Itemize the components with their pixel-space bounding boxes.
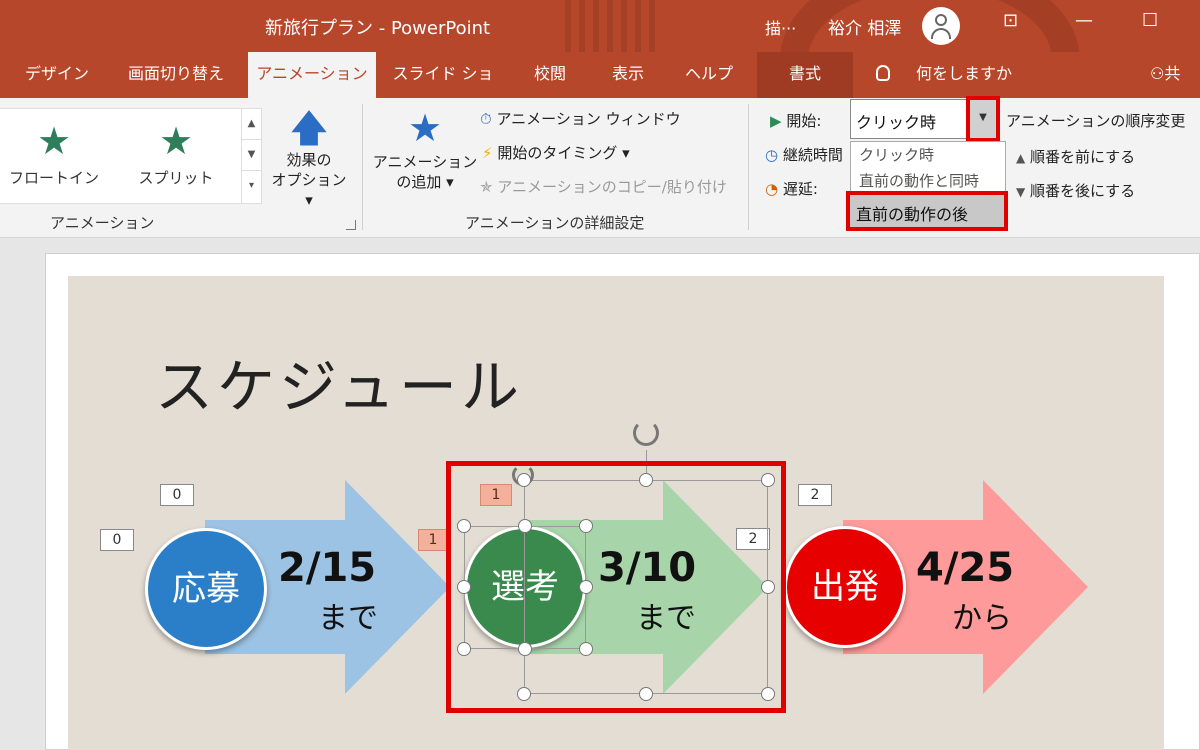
step-circle-1[interactable]: 応募 <box>145 528 267 650</box>
maximize-icon[interactable]: ☐ <box>1142 10 1158 31</box>
tab-animations[interactable]: アニメーション <box>248 52 376 98</box>
minimize-icon[interactable]: — <box>1075 10 1093 31</box>
ribbon-display-options-icon[interactable]: ⊡ <box>1003 10 1018 31</box>
delay-label: 遅延: <box>782 180 818 198</box>
tell-me-box[interactable]: 何をしますか <box>876 52 1012 98</box>
highlight-box <box>446 461 786 713</box>
title-bar: 新旅行プラン - PowerPoint 描··· 裕介 相澤 ⊡ — ☐ <box>0 0 1200 52</box>
rotate-handle-icon[interactable] <box>633 420 659 446</box>
animation-gallery: ★ フロートイン ★ スプリット ▲ ▼ ▾ <box>0 108 262 204</box>
reorder-title: アニメーションの順序変更 <box>1006 112 1186 130</box>
slide-title[interactable]: スケジュール <box>155 340 523 424</box>
group-separator <box>748 104 749 230</box>
animation-float-in[interactable]: ★ フロートイン <box>0 109 114 203</box>
start-select-arrow[interactable]: ▼ <box>966 96 1000 142</box>
gallery-more-icon[interactable]: ▾ <box>242 171 261 202</box>
ribbon-panel: ★ フロートイン ★ スプリット ▲ ▼ ▾ 🡅 効果の オプション ▾ アニメ… <box>0 98 1200 238</box>
step-date-3[interactable]: 4/25 <box>916 545 1014 591</box>
share-button[interactable]: ⚇共 <box>1150 52 1180 98</box>
animation-pane-label: アニメーション ウィンドウ <box>496 110 681 128</box>
move-earlier-button[interactable]: ▲ 順番を前にする <box>1016 146 1135 167</box>
star-icon: ★ <box>36 119 72 163</box>
move-later-label: 順番を後にする <box>1030 182 1136 200</box>
star-add-icon: ★ <box>407 106 443 150</box>
arrow-up-icon: 🡅 <box>289 106 329 150</box>
step-date-1[interactable]: 2/15 <box>278 545 376 591</box>
lightning-icon: ⚡ <box>482 144 493 162</box>
animation-split-label: スプリット <box>138 169 214 187</box>
person-add-icon: ⚇ <box>1150 64 1165 83</box>
effect-options-line2: オプション ▾ <box>271 171 347 209</box>
painter-icon: ✯ <box>480 178 493 196</box>
animation-split[interactable]: ★ スプリット <box>116 109 236 203</box>
lightbulb-icon <box>876 65 890 81</box>
star-split-icon: ★ <box>158 119 194 163</box>
start-row: ▶ 開始: <box>770 110 821 131</box>
tab-design[interactable]: デザイン <box>14 52 100 98</box>
animation-pane-button[interactable]: ⏱ アニメーション ウィンドウ <box>480 106 681 132</box>
start-dropdown-list: クリック時 直前の動作と同時 <box>850 141 1006 191</box>
group-separator <box>362 104 363 230</box>
trigger-button[interactable]: ⚡ 開始のタイミング ▾ <box>482 140 630 166</box>
effect-options-button[interactable]: 🡅 効果の オプション ▾ <box>268 106 350 210</box>
gallery-up-icon[interactable]: ▲ <box>242 109 261 140</box>
option-after-previous-label: 直前の動作の後 <box>856 205 969 224</box>
tab-transitions[interactable]: 画面切り替え <box>115 52 237 98</box>
add-animation-line2: の追加 ▾ <box>396 173 454 191</box>
gallery-down-icon[interactable]: ▼ <box>242 140 261 171</box>
delay-row: ◔ 遅延: <box>765 178 818 199</box>
tell-me-text: 何をしますか <box>916 64 1013 83</box>
move-earlier-label: 順番を前にする <box>1030 148 1136 166</box>
effect-options-line1: 効果の <box>286 151 332 169</box>
animation-float-in-label: フロートイン <box>8 169 99 187</box>
tab-review[interactable]: 校閲 <box>520 52 580 98</box>
start-label: 開始: <box>786 112 822 130</box>
animation-tag[interactable]: 1 <box>418 529 448 551</box>
animation-tag[interactable]: 2 <box>798 484 832 506</box>
duration-label: 継続時間 <box>782 146 843 164</box>
triangle-up-icon: ▲ <box>1016 151 1026 165</box>
tab-slideshow[interactable]: スライド ショー <box>388 52 498 127</box>
avatar-head-icon <box>935 14 947 26</box>
clock-icon: ◷ <box>765 146 779 164</box>
animation-tag[interactable]: 0 <box>160 484 194 506</box>
group-advanced-label: アニメーションの詳細設定 <box>465 214 645 232</box>
draw-label[interactable]: 描··· <box>765 15 796 39</box>
avatar[interactable] <box>922 7 960 45</box>
animation-painter-button[interactable]: ✯ アニメーションのコピー/貼り付け <box>480 174 727 200</box>
delay-clock-icon: ◔ <box>765 180 779 198</box>
move-later-button[interactable]: ▼ 順番を後にする <box>1016 180 1135 201</box>
animation-pane-icon: ⏱ <box>480 110 492 128</box>
trigger-label: 開始のタイミング ▾ <box>497 144 630 162</box>
option-after-previous[interactable]: 直前の動作の後 <box>846 191 1008 231</box>
step-circle-3[interactable]: 出発 <box>784 526 906 648</box>
chevron-down-icon: ▼ <box>979 112 987 123</box>
user-name[interactable]: 裕介 相澤 <box>828 14 901 39</box>
step-sub-1[interactable]: まで <box>318 593 378 637</box>
avatar-body-icon <box>931 28 951 39</box>
option-with-previous[interactable]: 直前の動作と同時 <box>859 170 979 191</box>
window-title: 新旅行プラン - PowerPoint <box>265 18 491 39</box>
gallery-scroll: ▲ ▼ ▾ <box>241 109 261 203</box>
animation-painter-label: アニメーションのコピー/貼り付け <box>497 178 727 196</box>
option-on-click[interactable]: クリック時 <box>859 144 934 165</box>
tab-format[interactable]: 書式 <box>757 52 853 98</box>
add-animation-line1: アニメーション <box>372 153 478 171</box>
duration-row: ◷ 継続時間 <box>765 144 843 165</box>
ribbon-tab-row: デザイン 画面切り替え アニメーション スライド ショー 校閲 表示 ヘルプ 書… <box>0 52 1200 127</box>
start-select-value: クリック時 <box>856 113 937 132</box>
title-decoration-stripes <box>565 0 655 52</box>
group-animation-label: アニメーション <box>50 214 155 232</box>
step-sub-3[interactable]: から <box>952 593 1012 637</box>
animation-tag[interactable]: 0 <box>100 529 134 551</box>
tab-view[interactable]: 表示 <box>598 52 658 98</box>
dialog-launcher-icon[interactable] <box>346 220 356 230</box>
triangle-down-icon: ▼ <box>1016 185 1026 199</box>
add-animation-button[interactable]: ★ アニメーション の追加 ▾ <box>372 104 478 192</box>
tab-help[interactable]: ヘルプ <box>676 52 742 98</box>
share-label: 共 <box>1164 64 1181 83</box>
play-icon: ▶ <box>770 112 782 130</box>
